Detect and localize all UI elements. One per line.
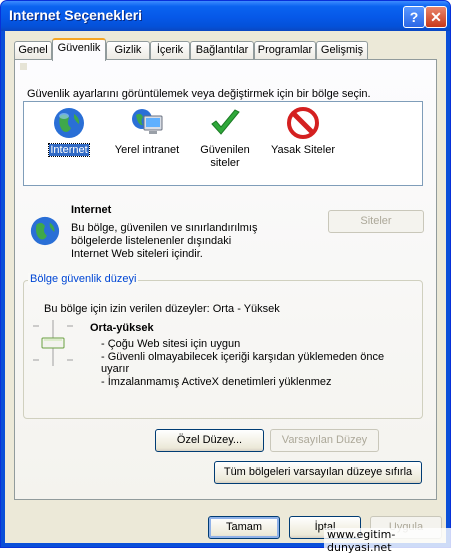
dialog-body: Genel Güvenlik Gizlik İçerik Bağlantılar…	[5, 31, 446, 543]
level-description-line: uyarır	[101, 363, 130, 375]
zone-local-intranet[interactable]: Yerel intranet	[112, 106, 182, 157]
tab-icerik[interactable]: İçerik	[150, 41, 190, 59]
security-level-name: Orta-yüksek	[90, 322, 154, 334]
tab-genel[interactable]: Genel	[14, 41, 52, 59]
zone-label: Yasak Siteler	[271, 144, 335, 156]
level-description-line: - Çoğu Web sitesi için uygun	[101, 338, 241, 350]
level-description-line: - İmzalanmamış ActiveX denetimleri yükle…	[101, 376, 332, 388]
no-entry-icon	[286, 106, 320, 140]
selected-zone-title: Internet	[71, 204, 112, 216]
security-level-slider[interactable]	[33, 318, 73, 368]
tab-gelismis[interactable]: Gelişmiş	[316, 41, 368, 59]
tab-gizlik[interactable]: Gizlik	[106, 41, 150, 59]
zone-list[interactable]: Internet Yerel intranet Güvenilen sitele…	[23, 101, 423, 186]
checkmark-icon	[208, 106, 242, 140]
default-level-button[interactable]: Varsayılan Düzey	[270, 429, 379, 452]
watermark-text: www.egitim-dunyasi.net	[324, 528, 451, 554]
zone-description-line: bölgelerde listelenenler dışındaki	[71, 235, 232, 247]
title-bar[interactable]: Internet Seçenekleri ? ✕	[1, 1, 450, 31]
ok-button[interactable]: Tamam	[208, 516, 280, 539]
intranet-icon	[130, 106, 164, 140]
level-description-line: - Güvenli olmayabilecek içeriği karşıdan…	[101, 351, 385, 363]
zone-label: Internet	[48, 143, 90, 157]
zone-internet[interactable]: Internet	[34, 106, 104, 157]
help-button[interactable]: ?	[403, 6, 425, 28]
window-title: Internet Seçenekleri	[9, 7, 143, 23]
zone-description-line: Bu bölge, güvenilen ve sınırlandırılmış	[71, 222, 258, 234]
sites-button[interactable]: Siteler	[328, 210, 424, 233]
close-button[interactable]: ✕	[425, 6, 447, 28]
dialog-window: Internet Seçenekleri ? ✕ Genel Güvenlik …	[0, 0, 451, 548]
zone-label: Yerel intranet	[114, 144, 180, 156]
security-tab-panel: Güvenlik ayarlarını görüntülemek veya de…	[14, 59, 437, 500]
page-icon	[20, 63, 27, 70]
selected-zone-globe-icon	[29, 215, 61, 247]
zone-trusted-sites[interactable]: Güvenilen siteler	[190, 106, 260, 170]
security-level-group-label: Bölge güvenlik düzeyi	[28, 273, 139, 285]
allowed-levels-text: Bu bölge için izin verilen düzeyler: Ort…	[44, 303, 280, 315]
tab-guvenlik[interactable]: Güvenlik	[52, 38, 106, 61]
tab-programlar[interactable]: Programlar	[254, 41, 316, 59]
zone-restricted-sites[interactable]: Yasak Siteler	[268, 106, 338, 157]
zone-instruction: Güvenlik ayarlarını görüntülemek veya de…	[27, 88, 371, 100]
tab-baglantilar[interactable]: Bağlantılar	[190, 41, 254, 59]
reset-all-zones-button[interactable]: Tüm bölgeleri varsayılan düzeye sıfırla	[214, 461, 422, 484]
globe-icon	[52, 106, 86, 140]
zone-label: Güvenilen siteler	[200, 144, 250, 169]
zone-description-line: Internet Web siteleri içindir.	[71, 248, 203, 260]
custom-level-button[interactable]: Özel Düzey...	[155, 429, 264, 452]
